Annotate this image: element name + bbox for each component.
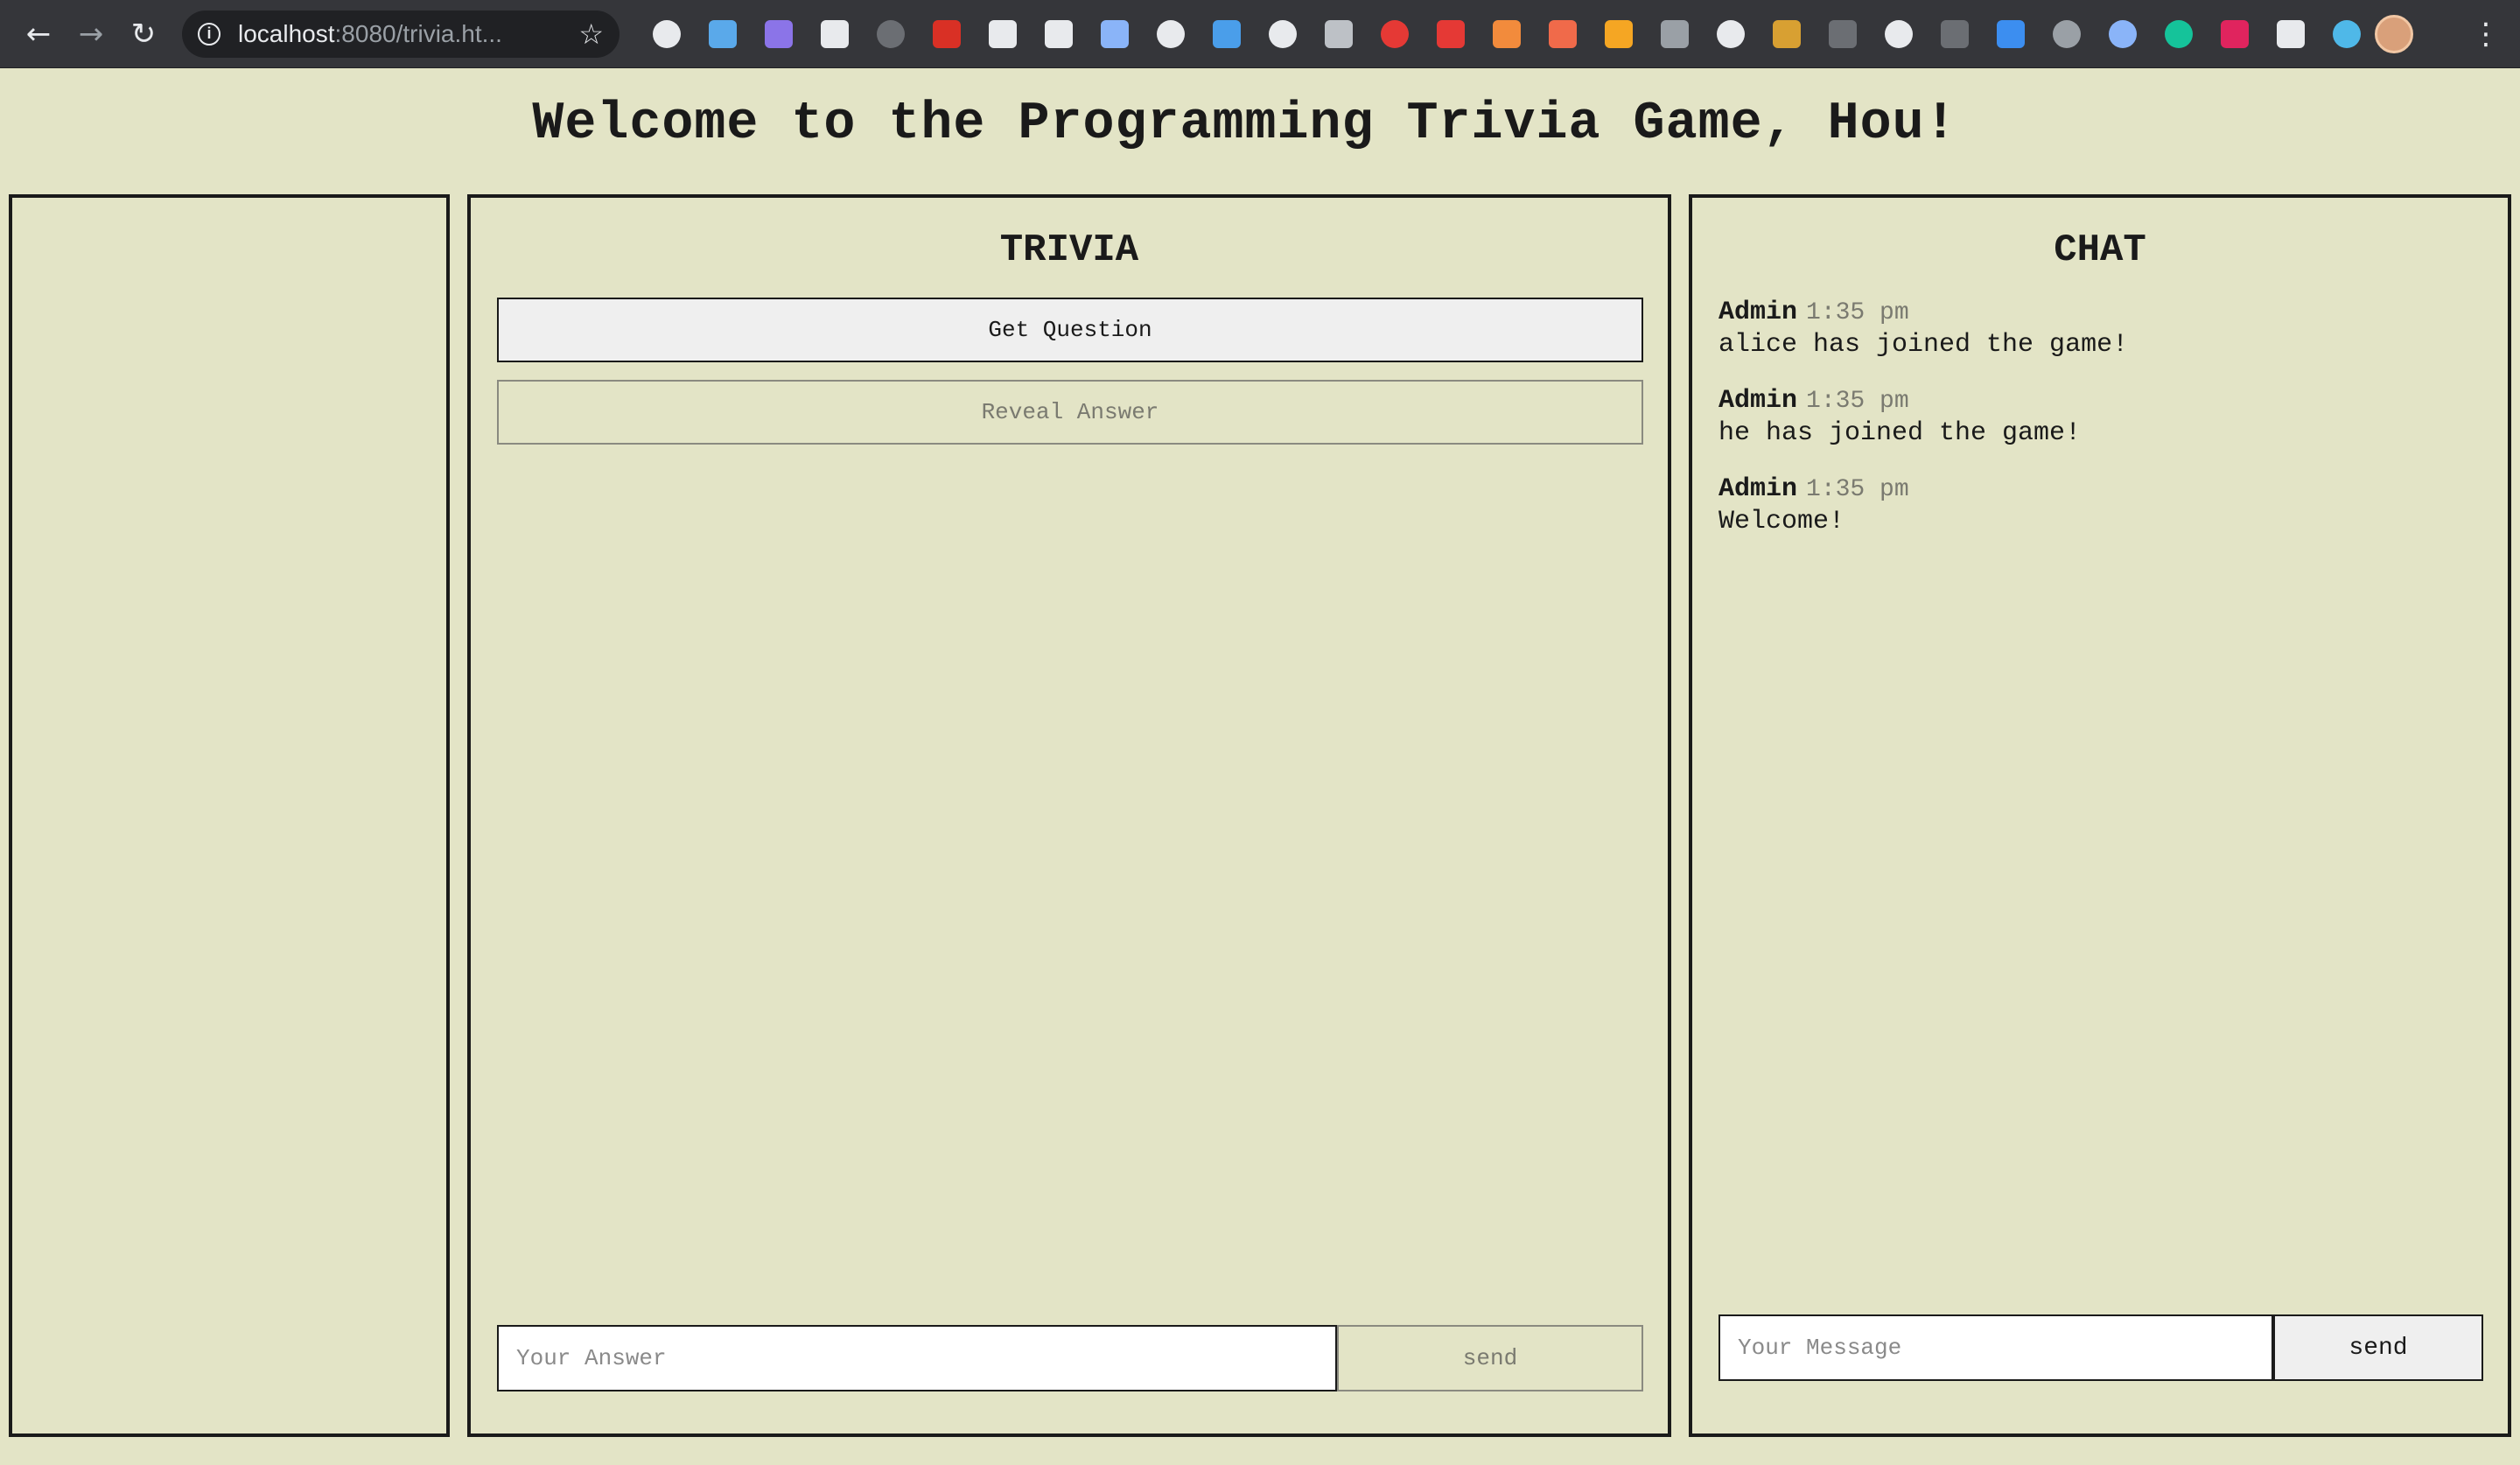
get-question-button[interactable]: Get Question xyxy=(497,298,1643,362)
grid-icon[interactable] xyxy=(1479,8,1535,60)
chat-panel: CHAT Admin 1:35 pm alice has joined the g… xyxy=(1689,194,2511,1437)
answer-input[interactable] xyxy=(497,1325,1337,1391)
forward-arrow-icon[interactable]: → xyxy=(65,8,117,60)
trivia-panel: TRIVIA Get Question Reveal Answer send xyxy=(467,194,1671,1437)
chat-user: Admin xyxy=(1718,298,1798,327)
chat-time: 1:35 pm xyxy=(1806,388,1909,415)
bars-icon[interactable] xyxy=(1927,8,1983,60)
m-icon[interactable] xyxy=(1647,8,1703,60)
u-icon[interactable] xyxy=(2039,8,2095,60)
grammarly-icon[interactable] xyxy=(2151,8,2207,60)
sync-icon[interactable] xyxy=(1367,8,1423,60)
bookmark-star-icon[interactable]: ☆ xyxy=(578,18,604,51)
page-body: Welcome to the Programming Trivia Game, … xyxy=(0,68,2520,1465)
address-bar[interactable]: i localhost:8080/trivia.ht... ☆ xyxy=(182,10,620,58)
message-send-button[interactable]: send xyxy=(2273,1314,2483,1381)
answer-send-button[interactable]: send xyxy=(1337,1325,1643,1391)
browser-toolbar: ← → ↻ i localhost:8080/trivia.ht... ☆ ⋮ xyxy=(0,0,2520,68)
card-icon[interactable] xyxy=(1087,8,1143,60)
url-host: localhost xyxy=(238,19,335,47)
refresh-circle-icon[interactable] xyxy=(863,8,919,60)
chat-time: 1:35 pm xyxy=(1806,299,1909,326)
gear-red-icon[interactable] xyxy=(1423,8,1479,60)
extensions-bar xyxy=(639,8,2375,60)
feather-icon[interactable] xyxy=(695,8,751,60)
reload-icon[interactable]: ↻ xyxy=(117,8,170,60)
chat-message: Admin 1:35 pm alice has joined the game! xyxy=(1718,298,2480,361)
target-icon[interactable] xyxy=(1703,8,1759,60)
pen-icon[interactable] xyxy=(1983,8,2039,60)
play-icon[interactable] xyxy=(2207,8,2263,60)
page-title: Welcome to the Programming Trivia Game, … xyxy=(532,95,1957,154)
fx-icon[interactable] xyxy=(807,8,863,60)
cursor-icon[interactable] xyxy=(1311,8,1367,60)
reveal-answer-button[interactable]: Reveal Answer xyxy=(497,380,1643,445)
sq-icon[interactable] xyxy=(1591,8,1647,60)
windows-icon[interactable] xyxy=(1031,8,1087,60)
chat-user: Admin xyxy=(1718,474,1798,504)
compass-icon[interactable] xyxy=(639,8,695,60)
chat-message-list: Admin 1:35 pm alice has joined the game! … xyxy=(1718,298,2480,563)
h-icon[interactable] xyxy=(1759,8,1815,60)
players-panel xyxy=(9,194,450,1437)
y-icon[interactable] xyxy=(1199,8,1255,60)
chat-message: Admin 1:35 pm he has joined the game! xyxy=(1718,386,2480,450)
chat-time: 1:35 pm xyxy=(1806,476,1909,503)
c-icon[interactable] xyxy=(1871,8,1927,60)
react-icon[interactable] xyxy=(1143,8,1199,60)
chat-message: Admin 1:35 pm Welcome! xyxy=(1718,474,2480,538)
cors-icon[interactable] xyxy=(919,8,975,60)
gift-icon[interactable] xyxy=(1535,8,1591,60)
browser-menu-icon[interactable]: ⋮ xyxy=(2471,17,2501,52)
message-form: send xyxy=(1718,1314,2483,1381)
check-circle-icon[interactable] xyxy=(2319,8,2375,60)
timer-10m-icon[interactable] xyxy=(751,8,807,60)
chat-heading: CHAT xyxy=(2054,228,2146,272)
site-info-icon[interactable]: i xyxy=(198,22,220,46)
chat-text: he has joined the game! xyxy=(1718,418,2082,448)
trivia-heading: TRIVIA xyxy=(999,228,1139,272)
profile-avatar[interactable] xyxy=(2375,14,2413,53)
chat-user: Admin xyxy=(1718,386,1798,416)
url-path: :8080/trivia.ht... xyxy=(334,19,502,47)
hexagon-icon[interactable] xyxy=(1815,8,1871,60)
chat-text: Welcome! xyxy=(1718,507,1845,536)
message-input[interactable] xyxy=(1718,1314,2273,1381)
o-icon[interactable] xyxy=(2095,8,2151,60)
glasses-icon[interactable] xyxy=(2263,8,2319,60)
layers-icon[interactable] xyxy=(975,8,1031,60)
back-arrow-icon[interactable]: ← xyxy=(12,8,65,60)
answer-form: send xyxy=(497,1325,1643,1391)
disc-icon[interactable] xyxy=(1255,8,1311,60)
chat-text: alice has joined the game! xyxy=(1718,330,2129,360)
